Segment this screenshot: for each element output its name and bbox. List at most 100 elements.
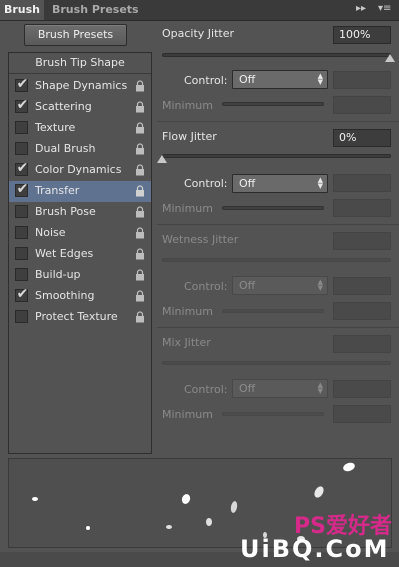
select-arrows-icon: ▲ ▼ <box>317 381 323 395</box>
wetness-minimum-label: Minimum <box>162 305 213 318</box>
option-row-smoothing[interactable]: ✔ Smoothing <box>9 286 151 307</box>
flow-control-field[interactable] <box>333 174 391 192</box>
wetness-jitter-label: Wetness Jitter <box>162 233 239 246</box>
lock-icon[interactable] <box>135 164 145 176</box>
opacity-jitter-field[interactable]: 100% <box>333 26 391 44</box>
wetness-minimum-slider <box>222 309 324 313</box>
lock-icon[interactable] <box>135 80 145 92</box>
flow-minimum-field[interactable] <box>333 199 391 217</box>
opacity-control-select[interactable]: Off ▲ ▼ <box>232 70 328 89</box>
flow-jitter-field[interactable]: 0% <box>333 129 391 147</box>
watermark-site: UiBQ.CoM <box>240 535 390 563</box>
checkbox[interactable] <box>15 142 28 155</box>
flow-jitter-thumb[interactable] <box>157 155 167 163</box>
wetness-control-select: Off ▲ ▼ <box>232 276 328 295</box>
checkmark-icon: ✔ <box>16 160 29 176</box>
lock-icon[interactable] <box>135 269 145 281</box>
checkbox[interactable] <box>15 121 28 134</box>
checkbox[interactable] <box>15 226 28 239</box>
option-label: Shape Dynamics <box>35 79 128 92</box>
tab-brush-presets[interactable]: Brush Presets <box>52 0 139 20</box>
checkmark-icon: ✔ <box>16 97 29 113</box>
select-value: Off <box>239 279 256 292</box>
brush-dot <box>166 525 172 529</box>
tab-brush[interactable]: Brush <box>0 0 44 20</box>
brush-presets-button[interactable]: Brush Presets <box>24 24 127 46</box>
brush-dot <box>86 526 90 530</box>
select-value: Off <box>239 177 256 190</box>
brush-tip-shape-item[interactable]: Brush Tip Shape <box>9 53 151 74</box>
option-row-transfer[interactable]: ✔ Transfer <box>9 181 151 202</box>
mix-jitter-label: Mix Jitter <box>162 336 211 349</box>
lock-icon[interactable] <box>135 227 145 239</box>
lock-icon[interactable] <box>135 185 145 197</box>
lock-icon[interactable] <box>135 248 145 260</box>
divider <box>157 327 399 328</box>
divider <box>157 121 399 122</box>
brush-dot <box>314 486 324 498</box>
checkmark-icon: ✔ <box>16 286 29 302</box>
wetness-jitter-slider <box>162 258 391 262</box>
brush-dot <box>230 501 238 513</box>
checkbox[interactable] <box>15 310 28 323</box>
collapse-panel-icon[interactable]: ▸▸ <box>356 3 366 14</box>
wetness-control-field <box>333 277 391 295</box>
wetness-control-label: Control: <box>184 280 228 293</box>
option-row-noise[interactable]: Noise <box>9 223 151 244</box>
lock-icon[interactable] <box>135 311 145 323</box>
lock-icon[interactable] <box>135 143 145 155</box>
checkbox[interactable] <box>15 205 28 218</box>
select-arrows-icon: ▲ ▼ <box>317 278 323 292</box>
option-row-brush-pose[interactable]: Brush Pose <box>9 202 151 223</box>
checkbox[interactable] <box>15 247 28 260</box>
panel-menu-icon[interactable]: ▾≡ <box>378 3 391 14</box>
option-label: Wet Edges <box>35 247 94 260</box>
option-label: Brush Pose <box>35 205 96 218</box>
option-row-color-dynamics[interactable]: ✔ Color Dynamics <box>9 160 151 181</box>
mix-jitter-field <box>333 335 391 353</box>
checkmark-icon: ✔ <box>16 181 29 197</box>
option-label: Noise <box>35 226 66 239</box>
option-label: Protect Texture <box>35 310 118 323</box>
checkmark-icon: ✔ <box>16 76 29 92</box>
option-row-protect-texture[interactable]: Protect Texture <box>9 307 151 328</box>
tab-bar: Brush Brush Presets ▸▸ ▾≡ <box>0 0 399 21</box>
opacity-minimum-slider[interactable] <box>222 102 324 106</box>
opacity-jitter-thumb[interactable] <box>385 54 395 62</box>
brush-dot <box>181 494 191 504</box>
opacity-jitter-slider[interactable] <box>162 53 391 57</box>
flow-jitter-slider[interactable] <box>162 154 391 158</box>
opacity-jitter-label: Opacity Jitter <box>162 27 235 40</box>
checkbox[interactable] <box>15 268 28 281</box>
mix-minimum-label: Minimum <box>162 408 213 421</box>
flow-jitter-label: Flow Jitter <box>162 130 217 143</box>
lock-icon[interactable] <box>135 290 145 302</box>
option-row-build-up[interactable]: Build-up <box>9 265 151 286</box>
flow-minimum-label: Minimum <box>162 202 213 215</box>
flow-control-label: Control: <box>184 177 228 190</box>
option-row-shape-dynamics[interactable]: ✔ Shape Dynamics <box>9 76 151 97</box>
mix-jitter-slider <box>162 361 391 365</box>
select-arrows-icon: ▲ ▼ <box>317 72 323 86</box>
lock-icon[interactable] <box>135 122 145 134</box>
brush-dot <box>206 518 212 526</box>
lock-icon[interactable] <box>135 101 145 113</box>
opacity-minimum-label: Minimum <box>162 99 213 112</box>
option-row-scattering[interactable]: ✔ Scattering <box>9 97 151 118</box>
mix-control-select: Off ▲ ▼ <box>232 379 328 398</box>
flow-control-select[interactable]: Off ▲ ▼ <box>232 174 328 193</box>
mix-control-label: Control: <box>184 383 228 396</box>
option-row-texture[interactable]: Texture <box>9 118 151 139</box>
lock-icon[interactable] <box>135 206 145 218</box>
option-row-dual-brush[interactable]: Dual Brush <box>9 139 151 160</box>
mix-minimum-slider <box>222 412 324 416</box>
option-label: Texture <box>35 121 76 134</box>
opacity-control-field[interactable] <box>333 71 391 89</box>
mix-minimum-field <box>333 405 391 423</box>
option-row-wet-edges[interactable]: Wet Edges <box>9 244 151 265</box>
option-label: Dual Brush <box>35 142 96 155</box>
flow-minimum-slider[interactable] <box>222 206 324 210</box>
option-label: Color Dynamics <box>35 163 122 176</box>
brush-dot <box>32 497 38 501</box>
opacity-minimum-field[interactable] <box>333 96 391 114</box>
